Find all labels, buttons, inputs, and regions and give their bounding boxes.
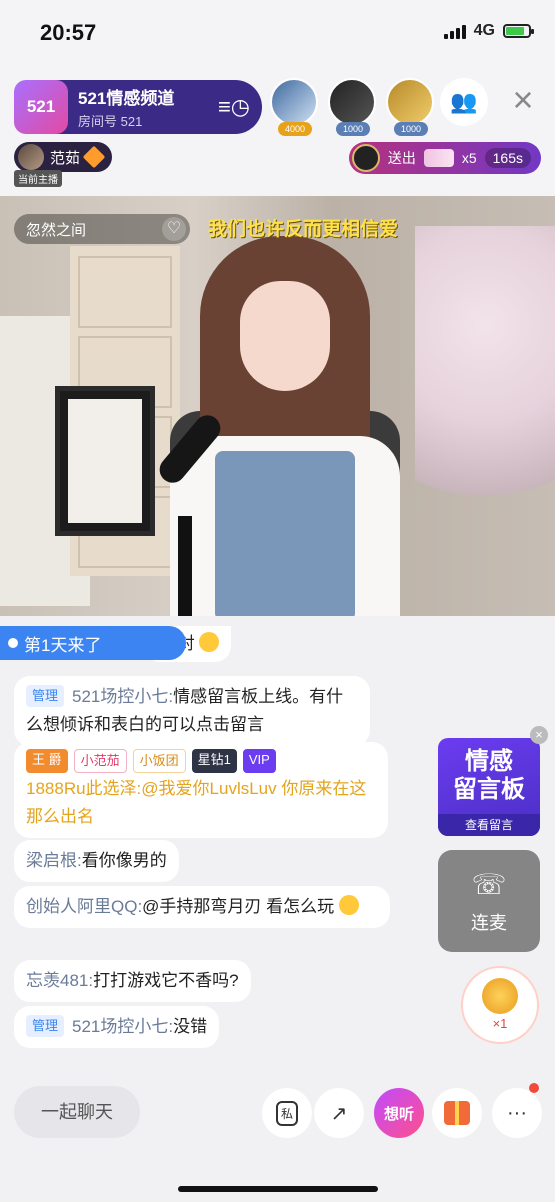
lyric-line: 我们也许反而更相信爱 — [208, 219, 399, 240]
host-name: 范茹 — [50, 149, 81, 167]
share-icon: ↗ — [330, 1102, 348, 1125]
viewer-avatar[interactable]: 4000 — [270, 78, 320, 136]
room-text: 521情感频道 房间号 521 — [78, 84, 174, 130]
more-button[interactable]: ··· — [492, 1088, 542, 1138]
group-icon[interactable]: 👥 — [440, 78, 488, 126]
character-gift-icon — [482, 978, 518, 1014]
viewer-count: 1000 — [394, 122, 428, 136]
host-level-icon — [82, 145, 106, 169]
user-badges: 王 爵 小范茄 小饭团 星钻1 VIP — [26, 749, 376, 773]
chat-nick[interactable]: 521场控小七: — [72, 687, 173, 706]
gift-qty: x5 — [461, 150, 477, 166]
history-icon[interactable]: ≡◷ — [218, 94, 250, 120]
network-type: 4G — [473, 22, 495, 39]
welcome-banner: 第1天来了 — [0, 626, 186, 660]
chat-nick[interactable]: 创始人阿里QQ: — [26, 897, 142, 916]
song-title: 忽然之间 — [26, 221, 87, 239]
badge-diamond: 星钻1 — [191, 749, 237, 773]
clock: 20:57 — [40, 20, 97, 45]
sender-avatar — [351, 144, 380, 172]
signal-icon — [443, 23, 466, 39]
room-header: 521 521情感频道 房间号 521 ≡◷ 4000 1000 1000 👥 … — [0, 66, 555, 196]
promo-title-line2: 留言板 — [453, 776, 525, 803]
viewer-count: 4000 — [278, 122, 312, 136]
chat-input[interactable]: 一起聊天 — [14, 1086, 140, 1138]
notification-dot — [529, 1083, 539, 1093]
gift-banner[interactable]: 送出 x5 165s — [348, 142, 541, 174]
badge-vip: VIP — [242, 749, 276, 773]
badge-rank: 王 爵 — [26, 749, 68, 773]
host-avatar — [18, 144, 44, 170]
room-title: 521情感频道 — [78, 89, 175, 108]
gift-button[interactable] — [432, 1088, 482, 1138]
message-board-card[interactable]: 情感 留言板 查看留言 — [438, 738, 540, 836]
close-icon[interactable]: × — [530, 726, 548, 744]
gift-sent-label: 送出 — [387, 150, 416, 166]
gift-count: ×1 — [492, 1016, 508, 1031]
chat-text: 没错 — [173, 1017, 208, 1036]
want-listen-button[interactable]: 想听 — [374, 1088, 424, 1138]
promo-title-line1: 情感 — [465, 748, 513, 775]
room-logo: 521 — [14, 80, 68, 134]
private-message-button[interactable]: 私 — [262, 1088, 312, 1138]
emoji-icon — [338, 895, 359, 915]
streamer-dress — [215, 451, 355, 616]
badge-group: 小饭团 — [132, 749, 186, 773]
share-button[interactable]: ↗ — [314, 1088, 364, 1138]
host-pill[interactable]: 范茹 — [14, 142, 113, 172]
want-listen-icon: 想听 — [383, 1105, 414, 1123]
badge-fan: 小范茄 — [73, 749, 127, 773]
viewer-avatar[interactable]: 1000 — [328, 78, 378, 136]
chat-nick[interactable]: 1888Ru此选泽: — [26, 779, 141, 798]
view-messages-button[interactable]: 查看留言 — [438, 814, 540, 836]
host-tag: 当前主播 — [14, 170, 62, 187]
phone-icon: ☏ — [471, 869, 507, 900]
live-video[interactable]: 忽然之间 ♡ 我们也许反而更相信爱 — [0, 196, 555, 616]
chat-text: @手持那弯月刃 看怎么玩 — [142, 897, 335, 916]
chat-nick[interactable]: 忘羡481: — [26, 971, 93, 990]
mic-link-label: 连麦 — [471, 913, 507, 933]
chat-nick[interactable]: 梁启根: — [26, 851, 82, 870]
chat-nick[interactable]: 521场控小七: — [72, 1017, 173, 1036]
viewer-avatar[interactable]: 1000 — [386, 78, 436, 136]
home-indicator — [178, 1186, 378, 1192]
network-status: 4G — [443, 22, 534, 40]
battery-icon — [503, 24, 534, 38]
gift-icon — [444, 1101, 470, 1125]
info-icon — [8, 638, 18, 648]
streamer-face — [240, 281, 330, 391]
bottom-toolbar: 一起聊天 私 ↗ 想听 ··· — [0, 1080, 555, 1150]
emoji-icon — [199, 632, 220, 652]
promo-title: 情感 留言板 — [438, 748, 540, 804]
chat-message: 创始人阿里QQ:@手持那弯月刃 看怎么玩 — [14, 886, 390, 928]
chat-text: 打打游戏它不香吗? — [93, 971, 239, 990]
more-icon: ··· — [507, 1101, 527, 1124]
flower-bouquets — [415, 226, 555, 556]
chat-message: 王 爵 小范茄 小饭团 星钻1 VIP 1888Ru此选泽:@我爱你LuvlsL… — [14, 742, 388, 838]
chat-message: 管理 521场控小七:没错 — [14, 1006, 220, 1048]
gift-timer: 165s — [484, 148, 531, 168]
viewer-count: 1000 — [336, 122, 370, 136]
top-viewers: 4000 1000 1000 — [270, 78, 436, 136]
admin-badge: 管理 — [26, 685, 65, 707]
song-pill[interactable]: 忽然之间 ♡ — [14, 214, 190, 244]
status-bar: 20:57 4G — [0, 0, 555, 66]
floating-gift[interactable]: ×1 — [461, 966, 539, 1044]
picture-frame — [55, 386, 155, 536]
close-icon[interactable]: × — [506, 82, 540, 118]
welcome-text: 第1天来了 — [24, 635, 102, 655]
room-info-pill[interactable]: 521 521情感频道 房间号 521 ≡◷ — [14, 80, 262, 134]
admin-badge: 管理 — [26, 1015, 65, 1037]
mic-link-button[interactable]: ☏ 连麦 — [438, 850, 540, 952]
car-gift-icon — [423, 149, 454, 167]
chat-text: 看你像男的 — [81, 851, 167, 870]
private-message-icon: 私 — [275, 1100, 298, 1126]
heart-icon[interactable]: ♡ — [162, 217, 186, 241]
chat-message: 忘羡481:打打游戏它不香吗? — [14, 960, 251, 1002]
room-id: 房间号 521 — [78, 114, 143, 129]
chat-message: 管理 521场控小七:情感留言板上线。有什么想倾诉和表白的可以点击留言 — [14, 676, 370, 746]
mic-stand — [178, 516, 192, 616]
chat-message: 梁启根:看你像男的 — [14, 840, 179, 882]
